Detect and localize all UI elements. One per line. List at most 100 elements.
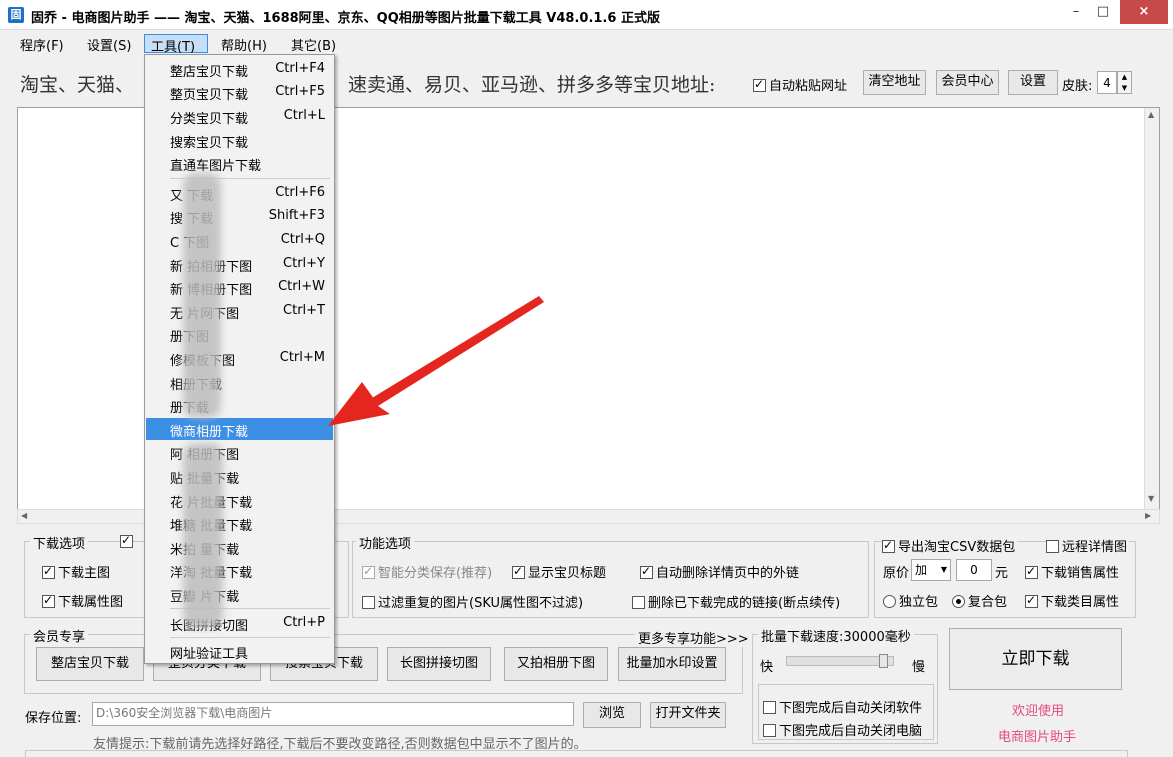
member-youpai-button[interactable]: 又拍相册下图: [504, 647, 608, 681]
menu-item-shortcut: Ctrl+L: [283, 108, 325, 123]
menu-item-14[interactable]: 相册下载: [146, 371, 333, 393]
menu-item-9[interactable]: 新 拍相册下图Ctrl+Y: [146, 253, 333, 275]
menu-tools[interactable]: 工具(T): [144, 34, 208, 55]
vertical-scrollbar[interactable]: ▲ ▼: [1144, 108, 1159, 509]
skin-spinner[interactable]: ▲ ▼: [1117, 71, 1132, 94]
checkbox-icon: [763, 724, 776, 737]
menu-shop-download[interactable]: 整店宝贝下载 Ctrl+F4: [146, 58, 333, 80]
redaction-blur: [183, 173, 221, 418]
menu-item-22[interactable]: 洋淘 批量下载: [146, 559, 333, 581]
menu-item-8[interactable]: C 下图Ctrl+Q: [146, 229, 333, 251]
radio-icon: [952, 595, 965, 608]
speed-slider-thumb[interactable]: [879, 654, 888, 668]
member-long-image-button[interactable]: 长图拼接切图: [387, 647, 491, 681]
menu-item-23[interactable]: 豆瓣 片下载: [146, 583, 333, 605]
show-title-checkbox[interactable]: 显示宝贝标题: [512, 562, 606, 581]
menu-item-label: 直通车图片下载: [170, 159, 262, 174]
member-watermark-button[interactable]: 批量加水印设置: [618, 647, 726, 681]
save-location-label: 保存位置:: [25, 711, 82, 726]
download-attr-image-checkbox[interactable]: 下载属性图: [42, 591, 123, 610]
independent-radio[interactable]: 独立包: [883, 591, 938, 610]
menu-item-18[interactable]: 贴 批量下载: [146, 465, 333, 487]
status-bar: [25, 750, 1128, 757]
download-main-image-label: 下载主图: [58, 566, 111, 581]
maximize-button[interactable]: □: [1085, 0, 1121, 24]
menu-long-image-cut[interactable]: 长图拼接切图Ctrl+P: [146, 612, 333, 634]
checkbox-icon: [753, 77, 766, 92]
download-main-image-checkbox[interactable]: 下载主图: [42, 562, 110, 581]
speed-slow-label: 慢: [912, 660, 926, 675]
menu-ztc-download[interactable]: 直通车图片下载: [146, 152, 333, 174]
download-option-hidden-checkbox[interactable]: [120, 533, 136, 550]
menu-item-6[interactable]: 又 下载Ctrl+F6: [146, 182, 333, 204]
smart-category-checkbox[interactable]: 智能分类保存(推荐): [362, 562, 492, 581]
menu-item-shortcut: Ctrl+F4: [275, 61, 325, 76]
menu-item-20[interactable]: 堆糖 批量下载: [146, 512, 333, 534]
speed-slider-track[interactable]: [786, 654, 894, 668]
menu-help[interactable]: 帮助(H): [215, 34, 273, 54]
menu-url-verify-tool[interactable]: 网址验证工具: [146, 640, 333, 662]
category-attr-checkbox[interactable]: 下载类目属性: [1025, 591, 1119, 610]
settings-button[interactable]: 设置: [1008, 70, 1058, 95]
scroll-up-icon[interactable]: ▲: [1148, 110, 1154, 119]
menu-weishang-album-download[interactable]: 微商相册下载: [146, 418, 333, 440]
price-value-field[interactable]: 0: [956, 559, 992, 581]
speed-title: 批量下载速度:30000毫秒: [758, 626, 914, 645]
skin-label: 皮肤:: [1062, 79, 1093, 94]
menu-separator: [170, 637, 330, 638]
composite-radio[interactable]: 复合包: [952, 591, 1007, 610]
menu-item-12[interactable]: 册下图: [146, 323, 333, 345]
menu-search-download[interactable]: 搜索宝贝下载: [146, 129, 333, 151]
menu-category-download[interactable]: 分类宝贝下载 Ctrl+L: [146, 105, 333, 127]
menu-item-shortcut: Ctrl+Q: [280, 232, 325, 247]
save-path-field[interactable]: D:\360安全浏览器下载\电商图片: [92, 702, 574, 726]
menu-item-13[interactable]: 修模板下图Ctrl+M: [146, 347, 333, 369]
more-features-link[interactable]: 更多专享功能>>>: [635, 628, 752, 647]
export-csv-checkbox[interactable]: 导出淘宝CSV数据包: [882, 536, 1018, 555]
download-now-button[interactable]: 立即下载: [949, 628, 1122, 690]
menu-item-17[interactable]: 阿 相册下图: [146, 441, 333, 463]
download-attr-image-label: 下载属性图: [58, 595, 124, 610]
title-bar: 固 固乔 - 电商图片助手 —— 淘宝、天猫、1688阿里、京东、QQ相册等图片…: [0, 0, 1173, 30]
menu-item-21[interactable]: 米拍 量下载: [146, 536, 333, 558]
close-app-label: 下图完成后自动关闭软件: [779, 701, 923, 716]
smart-category-label: 智能分类保存(推荐): [378, 566, 493, 581]
redaction-blur: [183, 443, 223, 628]
sales-attr-checkbox[interactable]: 下载销售属性: [1025, 562, 1119, 581]
auto-paste-checkbox[interactable]: 自动粘贴网址: [753, 75, 847, 94]
delete-done-checkbox[interactable]: 删除已下载完成的链接(断点续传): [632, 592, 840, 611]
menu-item-10[interactable]: 新 博相册下图Ctrl+W: [146, 276, 333, 298]
price-label: 原价: [883, 566, 910, 581]
menu-settings[interactable]: 设置(S): [81, 34, 137, 54]
scroll-right-icon[interactable]: ▶: [1145, 511, 1151, 520]
remote-detail-checkbox[interactable]: 远程详情图: [1046, 536, 1130, 555]
filter-dup-checkbox[interactable]: 过滤重复的图片(SKU属性图不过滤): [362, 592, 583, 611]
member-group-title: 会员专享: [30, 626, 89, 645]
menu-item-shortcut: Shift+F3: [268, 208, 325, 223]
menu-other[interactable]: 其它(B): [285, 34, 342, 54]
menu-program[interactable]: 程序(F): [14, 34, 70, 54]
price-op-select[interactable]: 加 ▼: [911, 559, 951, 581]
arrow-shaft: [372, 296, 544, 406]
open-folder-button[interactable]: 打开文件夹: [650, 702, 726, 728]
menu-page-download[interactable]: 整页宝贝下载 Ctrl+F5: [146, 81, 333, 103]
member-shop-download-button[interactable]: 整店宝贝下载: [36, 647, 144, 681]
app-icon: 固: [8, 7, 24, 23]
menu-item-19[interactable]: 花 片批量下载: [146, 489, 333, 511]
checkbox-icon: [1046, 540, 1059, 553]
checkbox-icon: [1025, 593, 1038, 608]
close-button[interactable]: ×: [1120, 0, 1168, 24]
scroll-down-icon[interactable]: ▼: [1148, 494, 1154, 503]
window-title: 固乔 - 电商图片助手 —— 淘宝、天猫、1688阿里、京东、QQ相册等图片批量…: [31, 11, 660, 26]
menu-item-15[interactable]: 册下载: [146, 394, 333, 416]
clear-address-button[interactable]: 清空地址: [863, 70, 926, 95]
menu-item-11[interactable]: 无 片网下图Ctrl+T: [146, 300, 333, 322]
skin-value-field[interactable]: 4: [1097, 71, 1117, 94]
auto-delete-links-checkbox[interactable]: 自动删除详情页中的外链: [640, 562, 799, 581]
close-app-checkbox[interactable]: 下图完成后自动关闭软件: [763, 697, 922, 716]
menu-item-7[interactable]: 搜 下载Shift+F3: [146, 205, 333, 227]
scroll-left-icon[interactable]: ◀: [21, 511, 27, 520]
shutdown-checkbox[interactable]: 下图完成后自动关闭电脑: [763, 720, 922, 739]
member-center-button[interactable]: 会员中心: [936, 70, 999, 95]
browse-button[interactable]: 浏览: [583, 702, 641, 728]
